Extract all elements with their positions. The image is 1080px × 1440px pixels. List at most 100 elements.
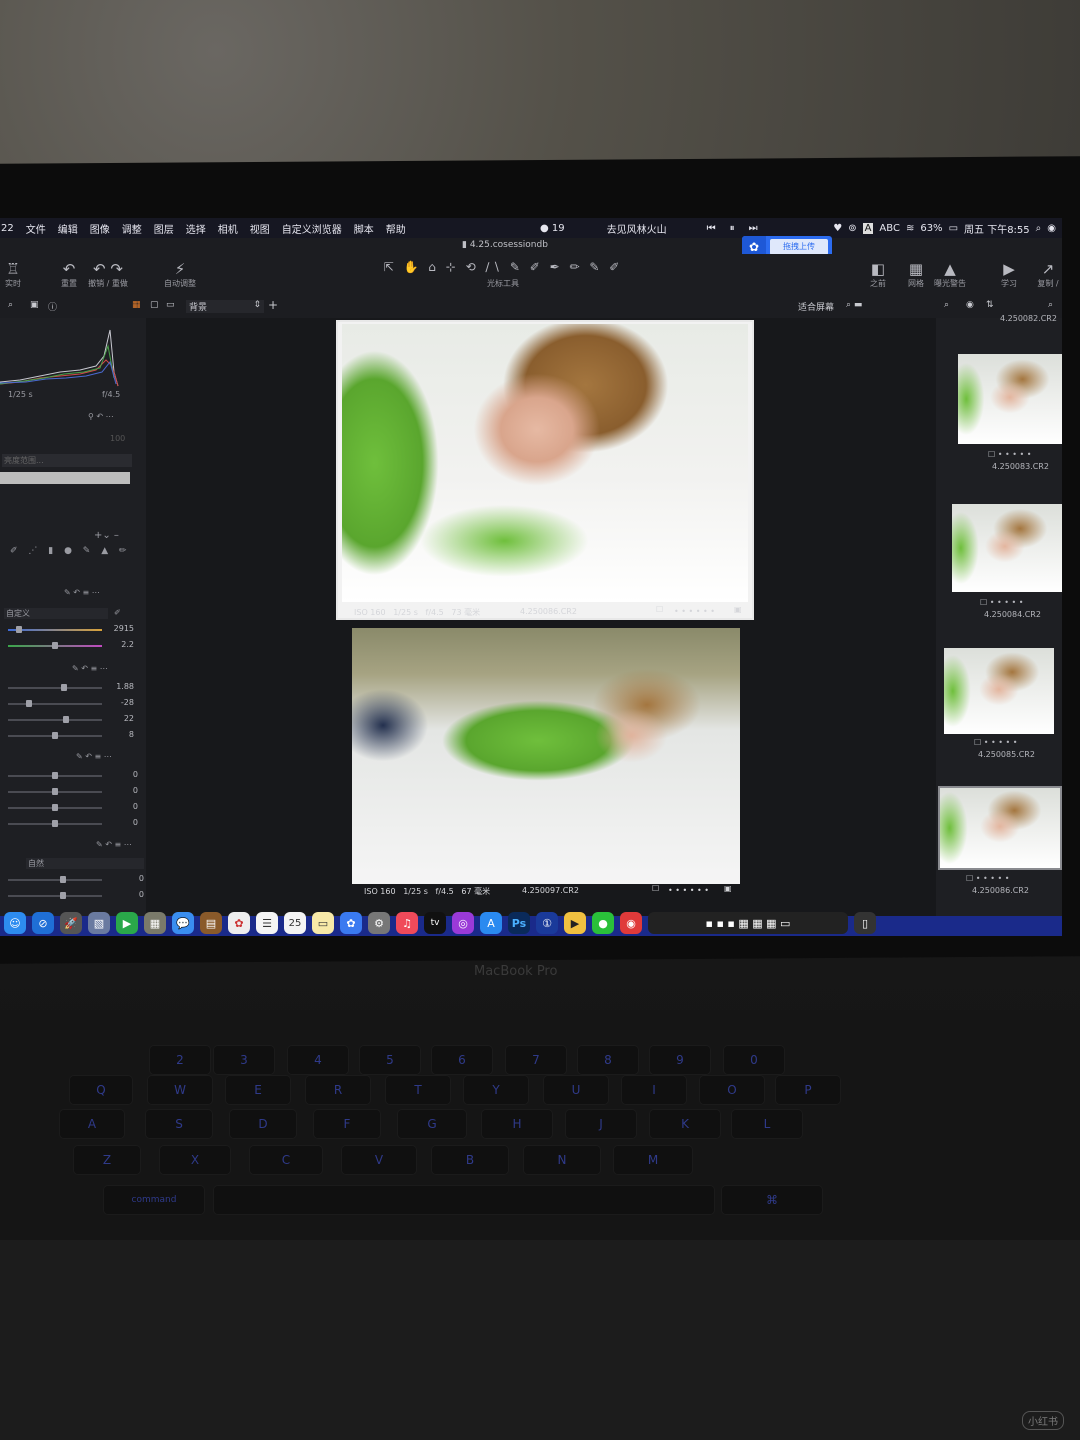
menu-item-camera[interactable]: 相机 [218,221,238,236]
panel-tool-icons[interactable]: ⚲ ↶ ⋯ [88,412,114,421]
search-icon[interactable]: ⌕ [1036,223,1042,234]
wb-tools-icons[interactable]: ✎ ↶ ≡ ⋯ [64,588,100,597]
browser-thumb-2[interactable] [952,504,1062,592]
dock-baidu-cloud-icon[interactable]: ✿ [340,912,362,934]
wb-picker-icon[interactable]: ✐ [114,608,121,617]
slider-knob[interactable] [52,788,58,795]
dock-photos-icon[interactable]: ✿ [228,912,250,934]
dock-safari-icon[interactable]: ⊘ [32,912,54,934]
dock-photo-icon[interactable]: ▦ [144,912,166,934]
input-method-icon[interactable]: A [862,222,874,234]
viewer-photo-secondary[interactable]: ISO 160 1/25 s f/4.5 67 毫米 4.250097.CR2 … [352,628,740,896]
slider-knob[interactable] [59,892,66,899]
wb-kelvin-slider[interactable] [8,626,102,633]
siri-icon[interactable]: ◉ [1047,223,1056,234]
photo1-rating[interactable]: • • • • • • [674,607,715,616]
photo2-checkbox[interactable]: ☐ [652,884,659,893]
single-view-icon[interactable]: ▢ [150,300,159,310]
copy-button[interactable]: ↗ 复制 / [1034,260,1062,289]
wechat-status[interactable]: ● 19 [540,223,565,234]
browser-thumb-3-rating[interactable]: ☐ • • • • • [974,738,1017,747]
menu-item-layers[interactable]: 图层 [154,221,174,236]
dock-photoshop-icon[interactable]: Ps [508,912,530,934]
dock-minimized-windows[interactable]: ▪ ▪ ▪ ▦ ▦ ▦ ▭ [648,912,848,934]
clarity-mode-select[interactable]: 自然 [26,858,144,869]
dock-messages-icon[interactable]: 💬 [172,912,194,934]
clarity-tools-icons[interactable]: ✎ ↶ ≡ ⋯ [96,840,132,849]
slider-knob[interactable] [61,684,68,691]
browser-thumb-1-rating[interactable]: ☐ • • • • • [988,450,1031,459]
wb-tint-slider[interactable] [8,642,102,649]
info-tool-icon[interactable]: ⓘ [48,300,57,313]
dock-launchpad-icon[interactable]: 🚀 [60,912,82,934]
add-layer-icon[interactable]: + [268,298,278,312]
brightness-slider[interactable] [8,716,102,723]
dock-podcasts-icon[interactable]: ◎ [452,912,474,934]
browser-filter-icon[interactable]: ⌕ [1048,300,1053,310]
dock-stickies-icon[interactable]: ▭ [312,912,334,934]
photo2-color-tag-icon[interactable]: ▣ [724,884,732,893]
wifi-icon[interactable]: ≋ [906,223,914,234]
photo2-rating[interactable]: • • • • • • [668,886,709,895]
dock-finder-icon[interactable]: ☺ [4,912,26,934]
browser-search-icon[interactable]: ⌕ [944,300,949,310]
hdr-tools-icons[interactable]: ✎ ↶ ≡ ⋯ [76,752,112,761]
auto-adjust-button[interactable]: ⚡ 自动调整 [160,260,200,289]
hdr-white-slider[interactable] [8,804,102,811]
contrast-slider[interactable] [8,700,102,707]
clarity-slider[interactable] [8,876,102,883]
photo1-color-tag-icon[interactable]: ▣ [734,605,742,614]
slider-knob[interactable] [52,772,58,779]
browser-thumb-4-selected[interactable] [938,786,1062,870]
clock[interactable]: 周五 下午8:55 [964,221,1030,236]
hdr-shadow-slider[interactable] [8,788,102,795]
browser-thumb-4-rating[interactable]: ☐ • • • • • [966,874,1009,883]
dock-trash-icon[interactable]: ▯ [854,912,876,934]
dock-preview-icon[interactable]: ▧ [88,912,110,934]
zoom-slider-icon[interactable]: ⌕ ▬ [846,300,862,310]
dock-captureone-icon[interactable]: ① [536,912,558,934]
dock-appletv-icon[interactable]: tv [424,912,446,934]
browser-thumb-3[interactable] [944,648,1054,734]
menu-item-app[interactable]: 22 [1,223,14,234]
dock-final-cut-icon[interactable]: ▶ [564,912,586,934]
learn-button[interactable]: ▶ 学习 [996,260,1022,289]
exposure-warning-button[interactable]: ▲ 曝光警告 [930,260,970,289]
structure-slider[interactable] [8,892,102,899]
dock-reminders-icon[interactable]: ☰ [256,912,278,934]
menu-item-select[interactable]: 选择 [186,221,206,236]
save-tool-icon[interactable]: ▣ [30,300,39,310]
pause-icon[interactable]: ⏸ [730,223,735,234]
exposure-slider[interactable] [8,684,102,691]
sort-icon[interactable]: ⇅ [986,300,994,310]
menu-item-scripts[interactable]: 脚本 [354,221,374,236]
dock-wechat-icon[interactable]: ● [592,912,614,934]
dock-netease-music-icon[interactable]: ◉ [620,912,642,934]
previous-track-icon[interactable]: ⏮ [707,223,716,234]
fit-screen-label[interactable]: 适合屏幕 [798,300,834,313]
dock-notes-icon[interactable]: ▤ [200,912,222,934]
slider-knob[interactable] [52,804,58,811]
cloud-icon[interactable]: ⊚ [848,223,856,234]
menu-item-file[interactable]: 文件 [26,221,46,236]
cursor-tools-icons[interactable]: ⇱ ✋ ⌂ ⊹ ⟲ ∕∖ ✎ ✐ ✒ ✏ ✎ ✐ [348,260,658,278]
zoom-tool-icon[interactable]: ⌕ [8,300,13,310]
slider-knob[interactable] [25,700,32,707]
next-track-icon[interactable]: ⏭ [749,223,758,234]
range-field[interactable]: 亮度范围... [2,454,132,467]
layer-select[interactable]: 背景 ⇕ [186,300,264,313]
reset-button[interactable]: ↶ 重置 [56,260,82,289]
slider-knob[interactable] [16,626,23,633]
saturation-slider[interactable] [8,732,102,739]
compare-view-icon[interactable]: ▭ [166,300,175,310]
viewer-photo-selected[interactable]: ISO 160 1/25 s f/4.5 73 毫米 4.250086.CR2 … [336,320,754,620]
grid-view-icon[interactable]: ▦ [132,300,141,310]
photo1-checkbox[interactable]: ☐ [656,605,663,614]
slider-knob[interactable] [63,716,70,723]
battery-icon[interactable]: ▭ [949,223,958,234]
dock-music-icon[interactable]: ♫ [396,912,418,934]
menu-item-custom-browser[interactable]: 自定义浏览器 [282,221,342,236]
wb-mode-select[interactable]: 自定义 [4,608,108,619]
menu-item-adjust[interactable]: 调整 [122,221,142,236]
dock-settings-icon[interactable]: ⚙ [368,912,390,934]
